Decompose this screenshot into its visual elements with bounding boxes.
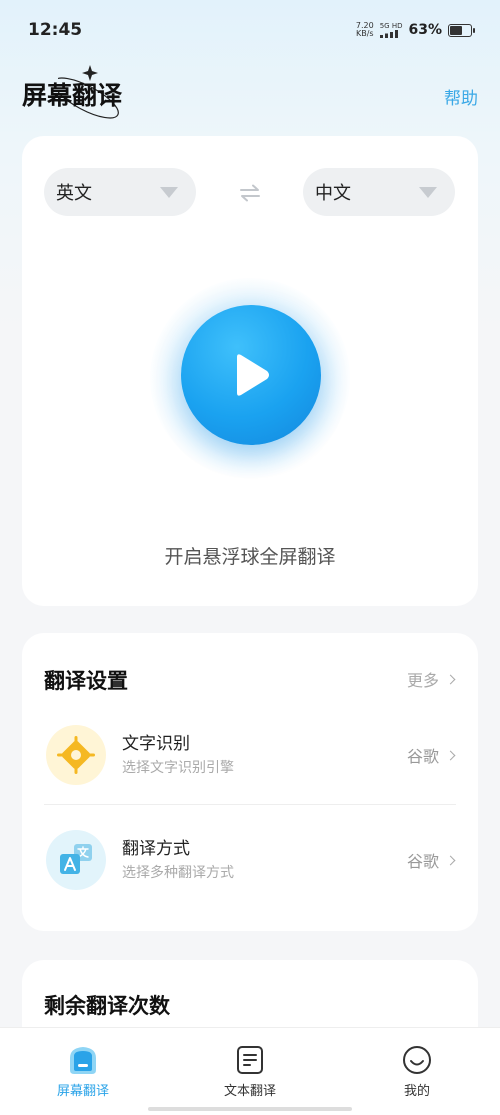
app-header: 屏幕翻译 帮助 [0,62,500,126]
dropdown-arrow-icon [160,186,178,198]
translation-card: 英文 中文 开启悬浮球全屏翻译 [22,136,478,606]
status-bar: 12:45 7.20 KB/s 5G HD 63% [0,0,500,60]
smiley-icon [403,1046,431,1074]
target-language-label: 中文 [315,183,351,204]
bottom-navigation: 屏幕翻译 文本翻译 我的 [0,1027,500,1115]
remaining-title: 剩余翻译次数 [44,994,170,1018]
status-indicators: 7.20 KB/s 5G HD 63% [355,21,475,38]
source-language-select[interactable]: 英文 [44,168,196,216]
translate-icon [46,830,106,890]
signal-indicator: 5G HD [379,22,403,38]
home-indicator[interactable] [148,1107,352,1111]
help-link[interactable]: 帮助 [444,84,478,109]
setting-row-translation-mode[interactable]: 翻译方式 选择多种翻译方式 谷歌 [44,826,456,896]
signal-icon [379,30,398,38]
status-time: 12:45 [28,20,83,40]
setting-value: 谷歌 [407,743,456,767]
nav-label: 我的 [403,1084,430,1099]
start-prompt-text: 开启悬浮球全屏翻译 [164,546,336,568]
translation-settings-card: 翻译设置 更多 文字识别 选择文字识别引擎 谷歌 翻译方式 选择多种翻译方式 谷… [22,633,478,931]
battery-percent: 63% [408,22,442,38]
settings-more-link[interactable]: 更多 [407,667,456,691]
setting-value: 谷歌 [407,848,456,872]
nav-item-mine[interactable]: 我的 [357,1044,477,1099]
setting-title: 文字识别 [122,734,190,754]
settings-title: 翻译设置 [44,669,128,693]
divider [44,804,456,805]
nav-label: 文本翻译 [223,1084,276,1099]
network-speed: 7.20 KB/s [355,21,374,38]
setting-row-ocr[interactable]: 文字识别 选择文字识别引擎 谷歌 [44,721,456,791]
dropdown-arrow-icon [419,186,437,198]
page-title: 屏幕翻译 [22,81,123,110]
chevron-right-icon [445,674,456,684]
ocr-target-icon [46,725,106,785]
nav-label: 屏幕翻译 [56,1084,109,1099]
nav-item-screen-translate[interactable]: 屏幕翻译 [23,1044,143,1099]
document-icon [237,1046,263,1074]
network-type: 5G HD [379,22,403,30]
nav-item-text-translate[interactable]: 文本翻译 [190,1044,310,1099]
setting-subtitle: 选择多种翻译方式 [122,865,234,881]
chevron-right-icon [445,855,456,865]
setting-subtitle: 选择文字识别引擎 [122,760,234,776]
target-language-select[interactable]: 中文 [303,168,455,216]
start-floating-ball-button[interactable] [181,305,321,445]
screen-translate-icon [70,1047,96,1074]
swap-languages-icon[interactable] [239,184,261,202]
source-language-label: 英文 [56,183,92,204]
play-icon [237,354,269,396]
setting-title: 翻译方式 [122,839,190,859]
battery-icon [448,23,475,37]
battery-level [450,25,462,35]
chevron-right-icon [445,750,456,760]
